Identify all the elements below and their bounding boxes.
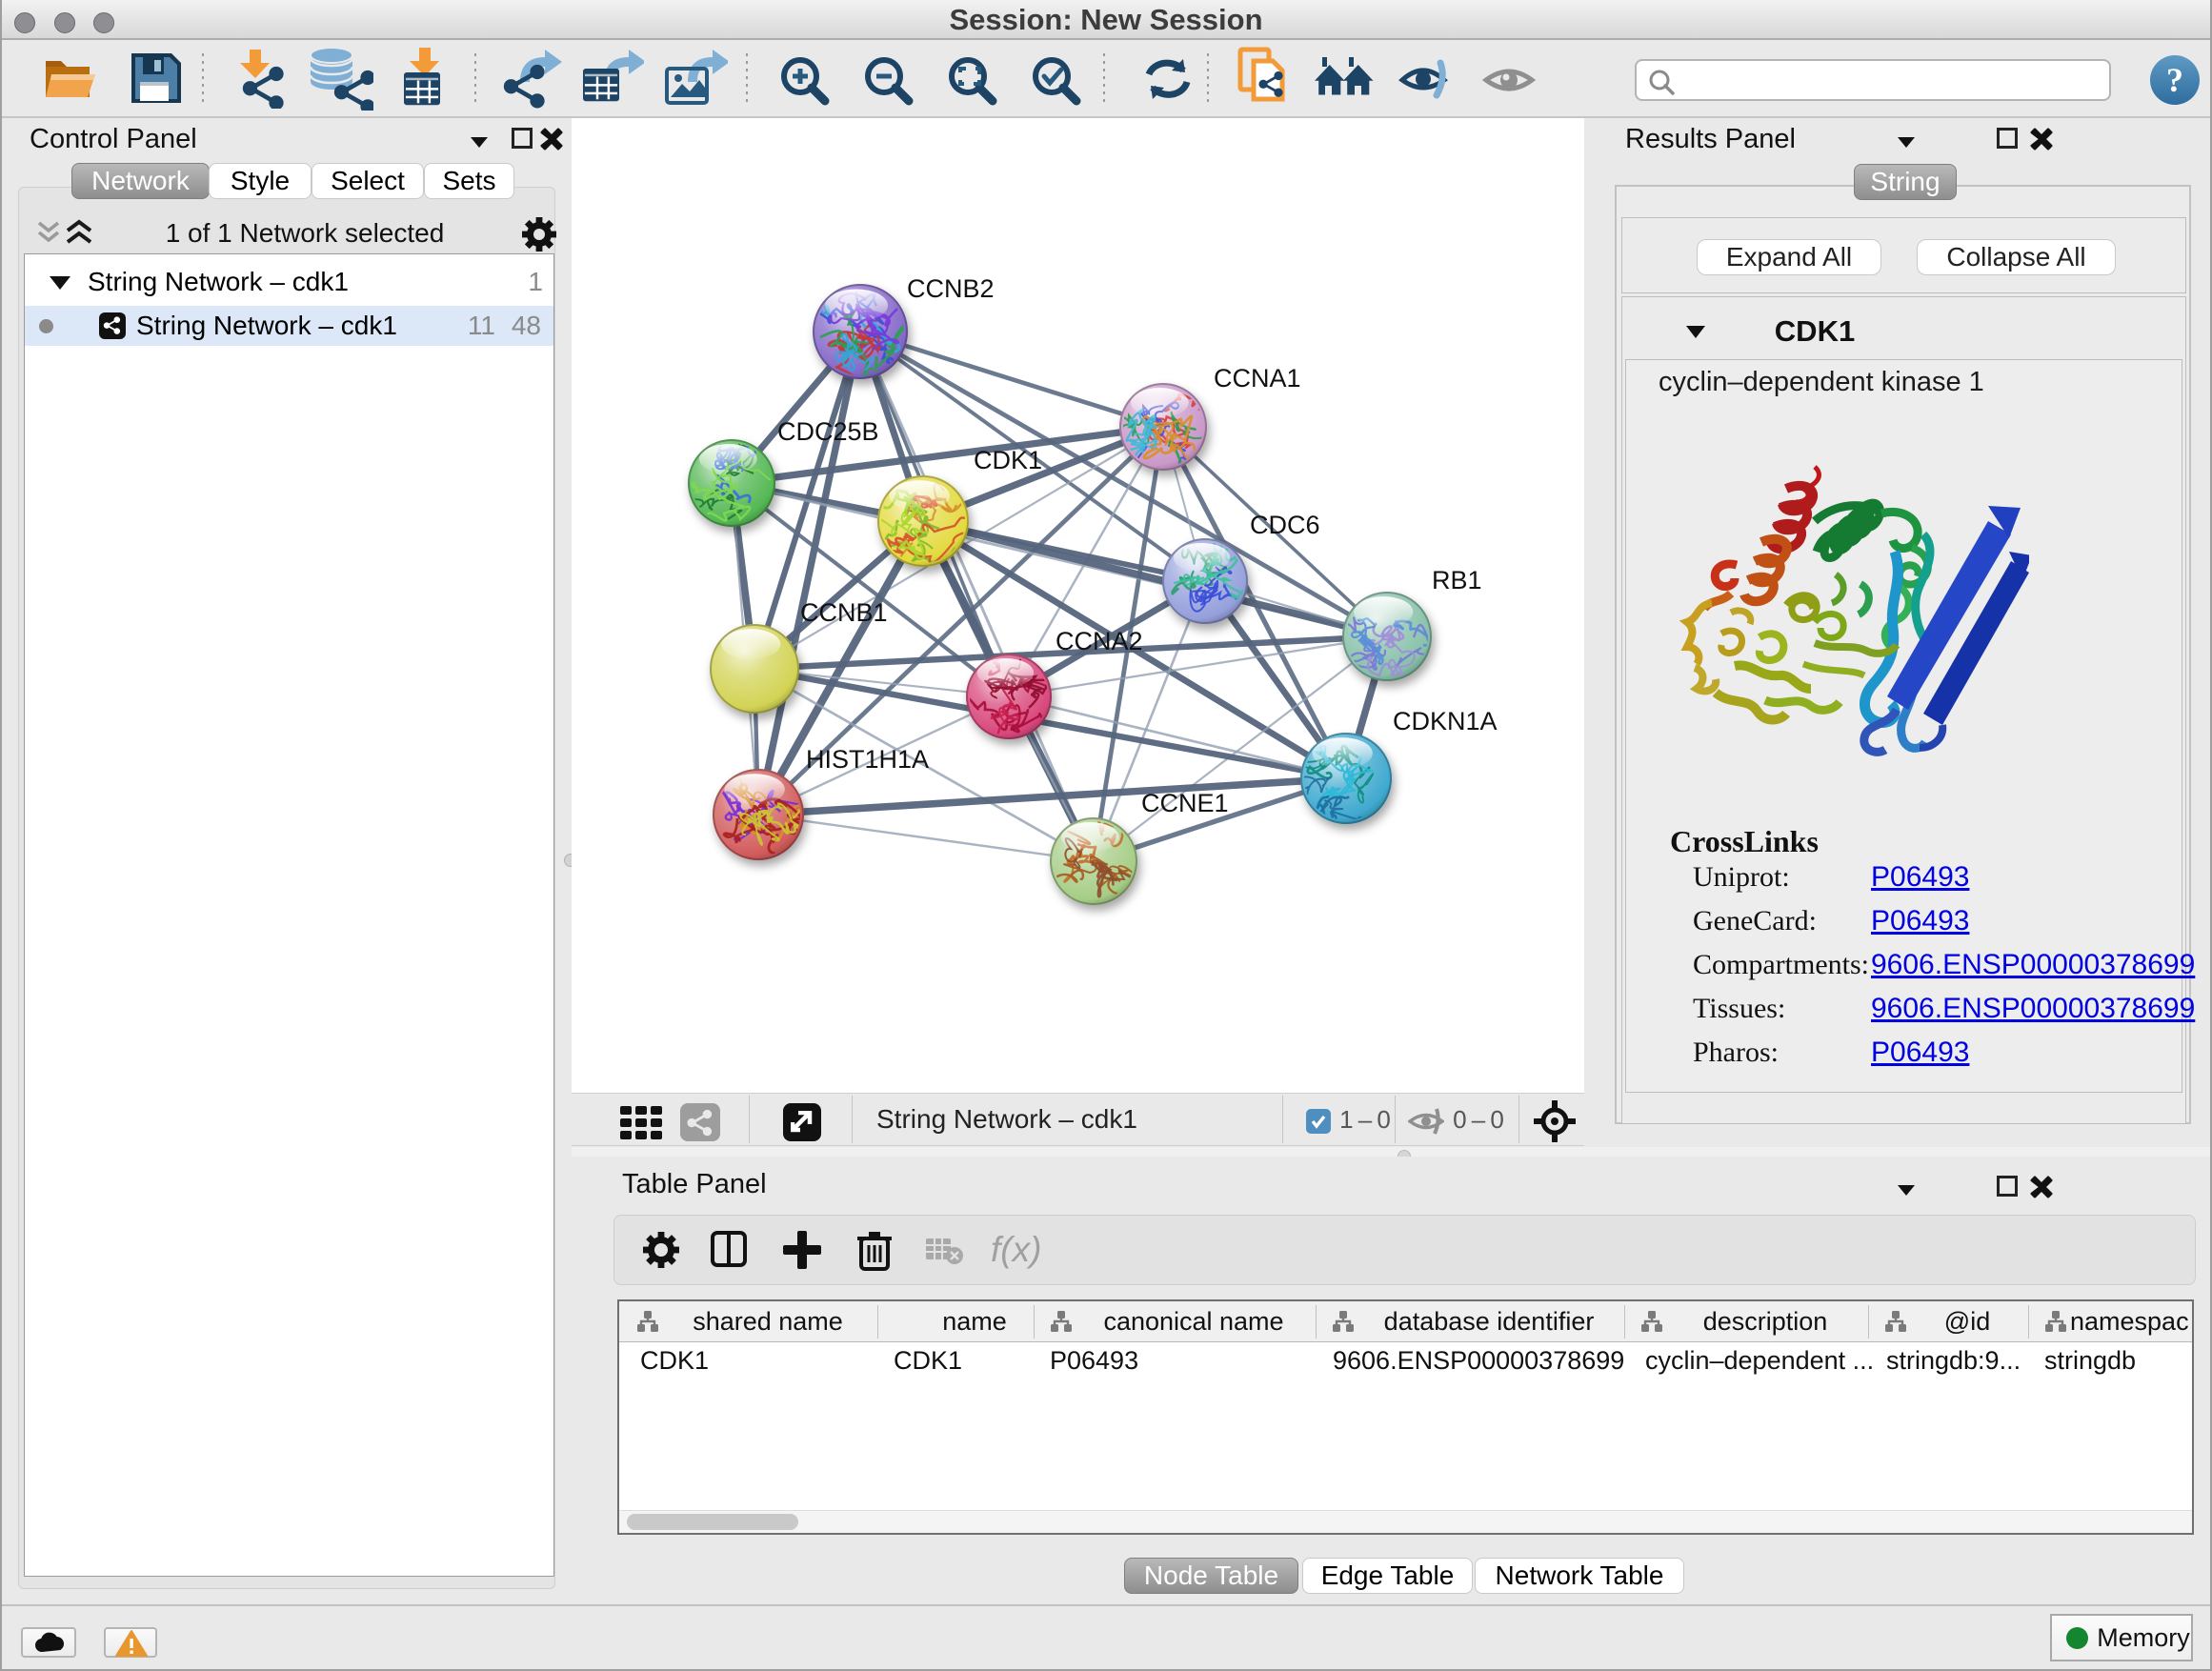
svg-text:RB1: RB1: [1432, 566, 1482, 594]
svg-text:CDC6: CDC6: [1250, 511, 1320, 539]
svg-text:CCNA1: CCNA1: [1214, 364, 1301, 393]
svg-text:HIST1H1A: HIST1H1A: [806, 745, 929, 774]
svg-text:CCNA2: CCNA2: [1056, 627, 1143, 655]
svg-text:CDC25B: CDC25B: [777, 417, 879, 446]
svg-text:CDKN1A: CDKN1A: [1393, 707, 1498, 735]
svg-text:CDK1: CDK1: [974, 446, 1042, 474]
svg-text:CCNB1: CCNB1: [800, 598, 888, 627]
svg-text:CCNE1: CCNE1: [1141, 789, 1229, 817]
svg-text:CCNB2: CCNB2: [907, 274, 995, 303]
